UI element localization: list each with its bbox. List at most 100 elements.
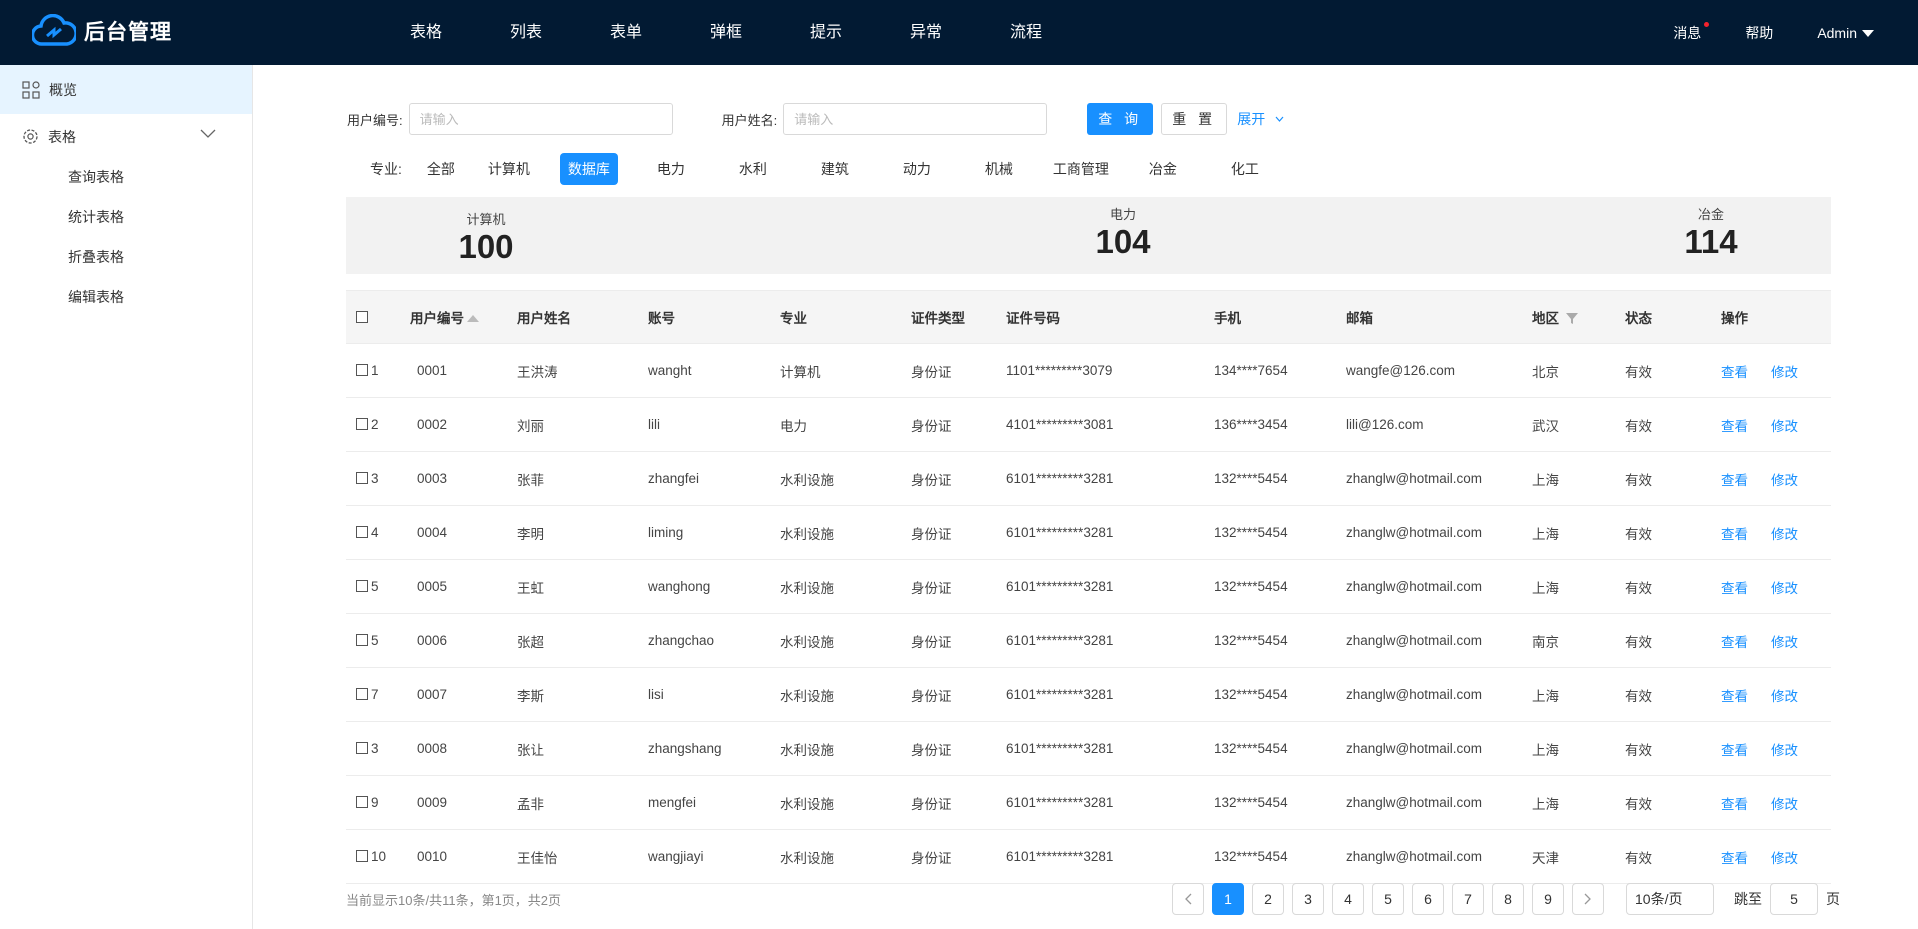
- major-option[interactable]: 全部: [412, 153, 470, 185]
- view-link[interactable]: 查看: [1721, 797, 1748, 812]
- next-page-button[interactable]: [1572, 883, 1604, 915]
- row-checkbox[interactable]: 10: [346, 849, 410, 864]
- select-all-checkbox[interactable]: [346, 310, 410, 325]
- view-link[interactable]: 查看: [1721, 851, 1748, 866]
- page-button[interactable]: 6: [1412, 883, 1444, 915]
- view-link[interactable]: 查看: [1721, 419, 1748, 434]
- edit-link[interactable]: 修改: [1771, 689, 1798, 704]
- cell-actions: 查看 修改: [1721, 793, 1811, 813]
- table-row: 7 0007 李斯 lisi 水利设施 身份证 6101*********3281 132**…: [346, 668, 1831, 722]
- major-option-selected[interactable]: 数据库: [559, 153, 618, 185]
- user-name-label: 用户姓名:: [721, 112, 778, 128]
- edit-link[interactable]: 修改: [1771, 473, 1798, 488]
- edit-link[interactable]: 修改: [1771, 365, 1798, 380]
- expand-toggle[interactable]: 展开: [1237, 109, 1284, 129]
- cell-id-type: 身份证: [911, 742, 952, 758]
- table-row: 9 0009 孟非 mengfei 水利设施 身份证 6101*********3281 13…: [346, 776, 1831, 830]
- user-id-input[interactable]: [408, 103, 673, 135]
- brand[interactable]: 后台管理: [32, 14, 172, 48]
- user-id-label: 用户编号:: [347, 112, 403, 128]
- page-button[interactable]: 2: [1252, 883, 1284, 915]
- major-option[interactable]: 化工: [1204, 153, 1286, 185]
- nav-dialog[interactable]: 弹框: [676, 0, 776, 65]
- nav-form[interactable]: 表单: [576, 0, 676, 65]
- help-link[interactable]: 帮助: [1745, 23, 1773, 43]
- sidebar-item-query-table[interactable]: 查询表格: [0, 157, 252, 197]
- user-name-input[interactable]: [783, 103, 1048, 135]
- nav-table[interactable]: 表格: [376, 0, 476, 65]
- major-option[interactable]: 动力: [876, 153, 958, 185]
- edit-link[interactable]: 修改: [1771, 797, 1798, 812]
- page-button[interactable]: 3: [1292, 883, 1324, 915]
- row-checkbox[interactable]: 7: [346, 687, 410, 702]
- view-link[interactable]: 查看: [1721, 527, 1748, 542]
- edit-link[interactable]: 修改: [1771, 419, 1798, 434]
- row-checkbox[interactable]: 9: [346, 795, 410, 810]
- sidebar-item-overview[interactable]: 概览: [0, 65, 252, 114]
- search-form: 用户编号: 用户姓名: 查 询 重 置 展开: [347, 103, 1284, 135]
- row-checkbox[interactable]: 5: [346, 633, 410, 648]
- major-filter: 专业: 全部 计算机 数据库 电力 水利 建筑 动力 机械 工商管理 冶金 化工: [370, 153, 1286, 185]
- nav-process[interactable]: 流程: [976, 0, 1076, 65]
- row-checkbox[interactable]: 5: [346, 579, 410, 594]
- page-button[interactable]: 8: [1492, 883, 1524, 915]
- major-option[interactable]: 建筑: [794, 153, 876, 185]
- nav-exception[interactable]: 异常: [876, 0, 976, 65]
- page-button[interactable]: 5: [1372, 883, 1404, 915]
- table-row: 3 0003 张菲 zhangfei 水利设施 身份证 6101*********3281 1…: [346, 452, 1831, 506]
- major-option[interactable]: 电力: [630, 153, 712, 185]
- edit-link[interactable]: 修改: [1771, 581, 1798, 596]
- cell-user-name: 王佳怡: [517, 850, 558, 866]
- query-button[interactable]: 查 询: [1087, 103, 1154, 135]
- row-checkbox[interactable]: 2: [346, 417, 410, 432]
- sidebar-item-stats-table[interactable]: 统计表格: [0, 197, 252, 237]
- page-button[interactable]: 7: [1452, 883, 1484, 915]
- edit-link[interactable]: 修改: [1771, 635, 1798, 650]
- user-menu[interactable]: Admin: [1817, 25, 1874, 41]
- cell-account: zhangfei: [648, 471, 700, 486]
- row-checkbox[interactable]: 4: [346, 525, 410, 540]
- nav-list[interactable]: 列表: [476, 0, 576, 65]
- view-link[interactable]: 查看: [1721, 689, 1748, 704]
- chevron-down-icon: [200, 129, 216, 138]
- cell-email: zhanglw@hotmail.com: [1346, 471, 1483, 486]
- prev-page-button[interactable]: [1172, 883, 1204, 915]
- view-link[interactable]: 查看: [1721, 473, 1748, 488]
- edit-link[interactable]: 修改: [1771, 527, 1798, 542]
- major-option[interactable]: 水利: [712, 153, 794, 185]
- reset-button[interactable]: 重 置: [1161, 103, 1228, 135]
- view-link[interactable]: 查看: [1721, 581, 1748, 596]
- cell-id-number: 6101*********3281: [1006, 795, 1114, 810]
- cell-status: 有效: [1625, 742, 1652, 758]
- cell-user-id: 0008: [417, 741, 448, 756]
- page-size-select[interactable]: 10条/页: [1626, 883, 1714, 915]
- view-link[interactable]: 查看: [1721, 365, 1748, 380]
- view-link[interactable]: 查看: [1721, 743, 1748, 758]
- top-nav: 表格 列表 表单 弹框 提示 异常 流程: [376, 0, 1076, 65]
- major-option[interactable]: 冶金: [1122, 153, 1204, 185]
- col-region[interactable]: 地区: [1532, 307, 1625, 327]
- col-user-id[interactable]: 用户编号: [410, 307, 517, 327]
- major-option[interactable]: 计算机: [470, 153, 548, 185]
- cell-account: lili: [648, 417, 660, 432]
- nav-tips[interactable]: 提示: [776, 0, 876, 65]
- page-button[interactable]: 9: [1532, 883, 1564, 915]
- page-button-current[interactable]: 1: [1212, 883, 1244, 915]
- sidebar-item-collapse-table[interactable]: 折叠表格: [0, 237, 252, 277]
- edit-link[interactable]: 修改: [1771, 851, 1798, 866]
- messages-link[interactable]: 消息: [1673, 21, 1710, 43]
- sidebar-item-edit-table[interactable]: 编辑表格: [0, 277, 252, 317]
- row-checkbox[interactable]: 1: [346, 363, 410, 378]
- row-checkbox[interactable]: 3: [346, 741, 410, 756]
- edit-link[interactable]: 修改: [1771, 743, 1798, 758]
- major-option[interactable]: 工商管理: [1040, 153, 1122, 185]
- table-row: 5 0005 王虹 wanghong 水利设施 身份证 6101*********3281 1…: [346, 560, 1831, 614]
- sidebar-group-table[interactable]: 表格: [0, 116, 252, 157]
- row-checkbox[interactable]: 3: [346, 471, 410, 486]
- table-row: 4 0004 李明 liming 水利设施 身份证 6101*********3281 132…: [346, 506, 1831, 560]
- view-link[interactable]: 查看: [1721, 635, 1748, 650]
- jump-page-input[interactable]: [1770, 883, 1818, 915]
- col-account: 账号: [648, 311, 675, 326]
- major-option[interactable]: 机械: [958, 153, 1040, 185]
- page-button[interactable]: 4: [1332, 883, 1364, 915]
